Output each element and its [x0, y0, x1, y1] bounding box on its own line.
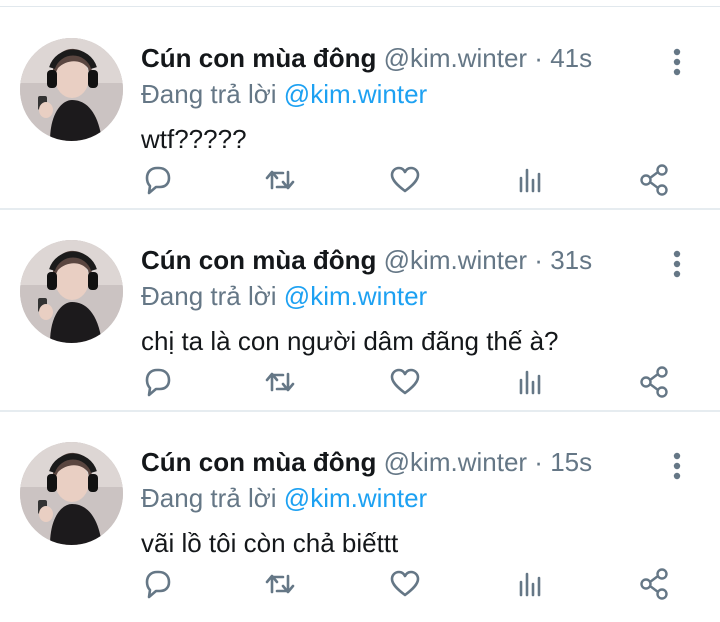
heart-icon — [390, 368, 420, 395]
timestamp[interactable]: 15s — [550, 447, 592, 477]
replying-to: Đang trả lời @kim.winter — [141, 77, 427, 111]
replying-label: Đang trả lời — [141, 79, 277, 109]
tweet-header: Cún con mùa đông @kim.winter · 15s — [141, 445, 592, 479]
more-button[interactable] — [662, 42, 692, 82]
share-button[interactable] — [632, 158, 676, 202]
tweet[interactable]: Cún con mùa đông @kim.winter · 15s Đang … — [0, 412, 720, 614]
reply-button[interactable] — [134, 562, 178, 606]
heart-icon — [390, 166, 420, 193]
share-icon — [640, 164, 668, 196]
reply-icon — [145, 368, 171, 397]
replying-to: Đang trả lời @kim.winter — [141, 481, 427, 515]
retweet-icon — [265, 574, 295, 594]
tweet-text: wtf????? — [141, 124, 247, 154]
retweet-button[interactable] — [258, 562, 302, 606]
timestamp[interactable]: 31s — [550, 245, 592, 275]
like-button[interactable] — [383, 360, 427, 404]
tweet-text: vãi lồ tôi còn chả biếttt — [141, 528, 399, 558]
analytics-button[interactable] — [508, 158, 552, 202]
analytics-icon — [519, 168, 541, 193]
tweet[interactable]: Cún con mùa đông @kim.winter · 41s Đang … — [0, 8, 720, 210]
tweet-text: chị ta là con người dâm đãng thế à? — [141, 326, 559, 356]
replying-to: Đang trả lời @kim.winter — [141, 279, 427, 313]
timestamp[interactable]: 41s — [550, 43, 592, 73]
separator-dot: · — [534, 245, 543, 275]
avatar[interactable] — [20, 442, 123, 545]
mention-link[interactable]: @kim.winter — [284, 281, 427, 311]
share-icon — [640, 568, 668, 600]
analytics-button[interactable] — [508, 562, 552, 606]
share-icon — [640, 366, 668, 398]
reply-button[interactable] — [134, 360, 178, 404]
replying-label: Đang trả lời — [141, 483, 277, 513]
retweet-icon — [265, 372, 295, 392]
user-handle[interactable]: @kim.winter — [384, 43, 527, 73]
tweet[interactable]: Cún con mùa đông @kim.winter · 31s Đang … — [0, 210, 720, 412]
user-handle[interactable]: @kim.winter — [384, 245, 527, 275]
top-divider — [0, 6, 720, 7]
more-button[interactable] — [662, 244, 692, 284]
display-name[interactable]: Cún con mùa đông — [141, 447, 376, 477]
like-button[interactable] — [383, 158, 427, 202]
more-vertical-icon — [673, 250, 681, 278]
reply-icon — [145, 570, 171, 599]
more-vertical-icon — [673, 48, 681, 76]
analytics-icon — [519, 370, 541, 395]
reply-icon — [145, 166, 171, 195]
share-button[interactable] — [632, 562, 676, 606]
mention-link[interactable]: @kim.winter — [284, 483, 427, 513]
share-button[interactable] — [632, 360, 676, 404]
mention-link[interactable]: @kim.winter — [284, 79, 427, 109]
separator-dot: · — [534, 447, 543, 477]
retweet-button[interactable] — [258, 158, 302, 202]
avatar[interactable] — [20, 240, 123, 343]
tweet-header: Cún con mùa đông @kim.winter · 41s — [141, 41, 592, 75]
avatar[interactable] — [20, 38, 123, 141]
analytics-button[interactable] — [508, 360, 552, 404]
display-name[interactable]: Cún con mùa đông — [141, 43, 376, 73]
heart-icon — [390, 570, 420, 597]
more-button[interactable] — [662, 446, 692, 486]
like-button[interactable] — [383, 562, 427, 606]
replying-label: Đang trả lời — [141, 281, 277, 311]
more-vertical-icon — [673, 452, 681, 480]
separator-dot: · — [534, 43, 543, 73]
tweet-header: Cún con mùa đông @kim.winter · 31s — [141, 243, 592, 277]
retweet-icon — [265, 170, 295, 190]
reply-button[interactable] — [134, 158, 178, 202]
display-name[interactable]: Cún con mùa đông — [141, 245, 376, 275]
analytics-icon — [519, 572, 541, 597]
retweet-button[interactable] — [258, 360, 302, 404]
user-handle[interactable]: @kim.winter — [384, 447, 527, 477]
